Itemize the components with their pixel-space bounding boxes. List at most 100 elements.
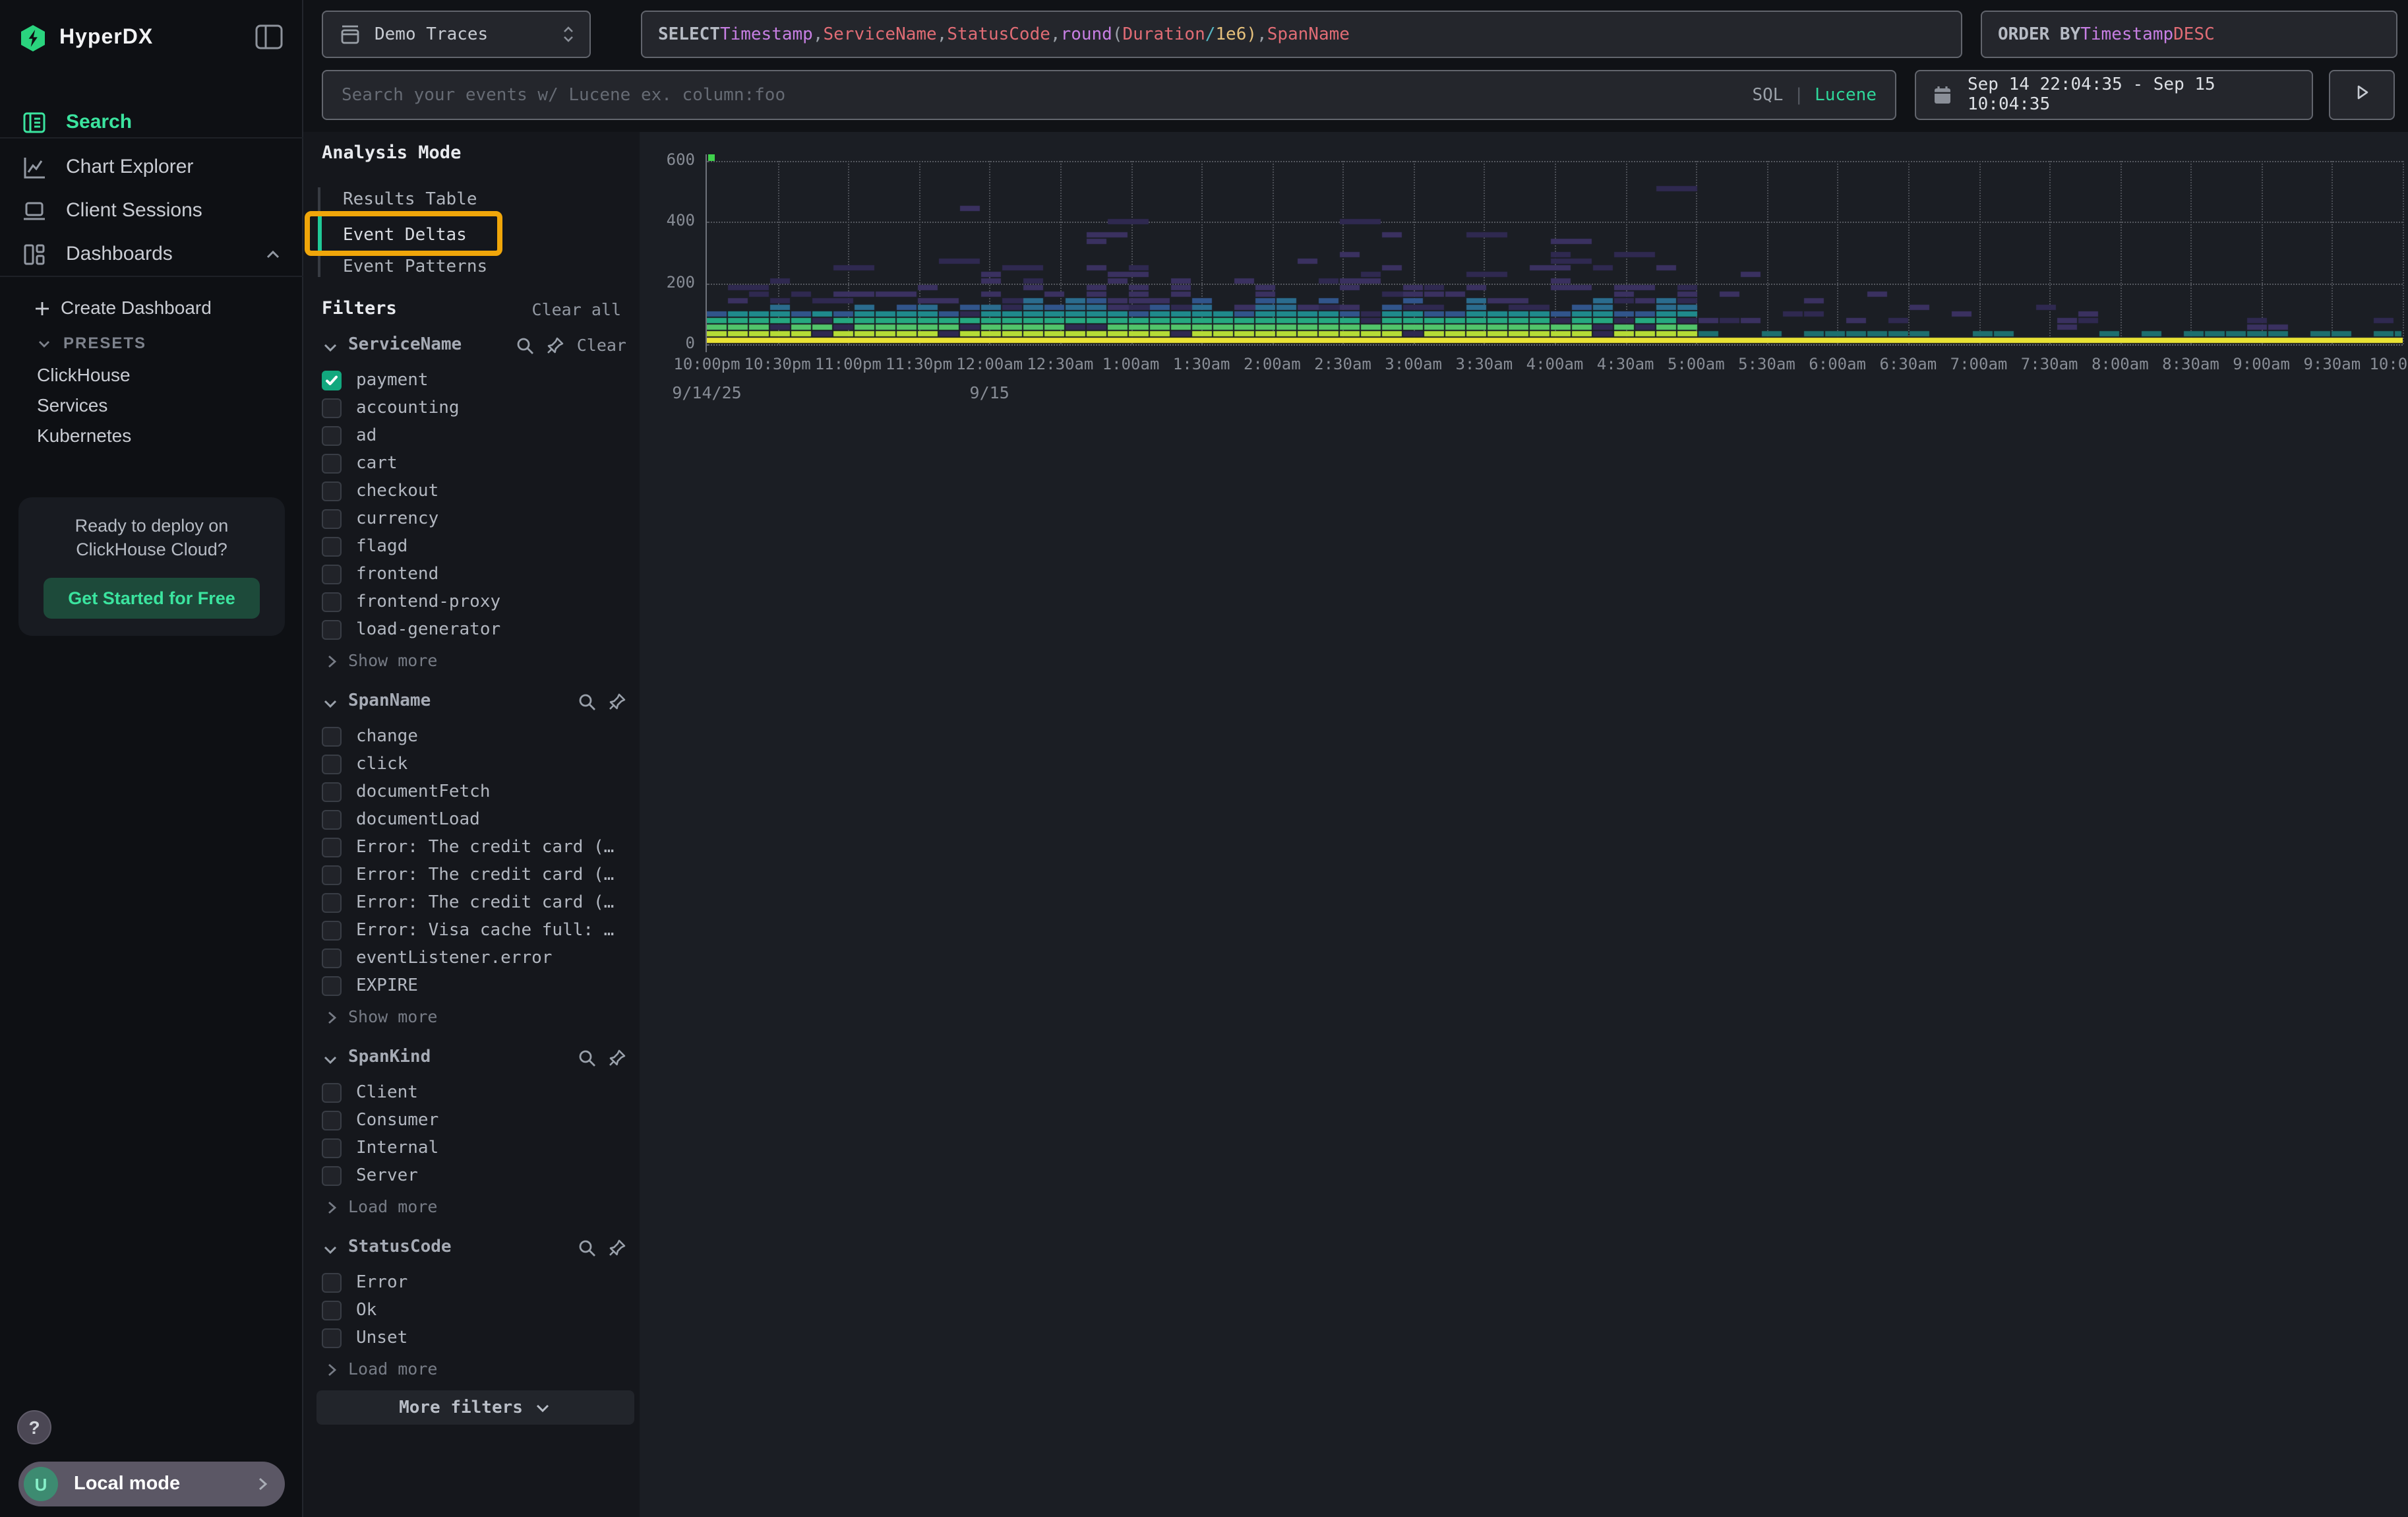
filter-option-error-visa-cache-full-[interactable]: Error: Visa cache full: … [322,917,626,944]
search-icon[interactable] [578,1237,596,1256]
sidebar-item-dashboards[interactable]: Dashboards [0,232,303,276]
checkbox[interactable] [322,921,342,941]
checkbox[interactable] [322,1328,342,1348]
data-source-select[interactable]: Demo Traces [322,11,591,58]
checkbox[interactable] [322,426,342,446]
checkbox[interactable] [322,755,342,774]
run-query-button[interactable] [2329,70,2395,120]
filter-option-change[interactable]: change [322,723,626,751]
filter-option-consumer[interactable]: Consumer [322,1107,626,1134]
filter-option-documentfetch[interactable]: documentFetch [322,778,626,806]
checkbox[interactable] [322,398,342,418]
checkbox[interactable] [322,865,342,885]
divider [0,137,303,139]
analysis-mode-option-event-deltas[interactable]: Event Deltas [343,226,467,245]
checkbox[interactable] [322,620,342,640]
checkbox[interactable] [322,481,342,501]
checkbox[interactable] [322,454,342,474]
filter-option-client[interactable]: Client [322,1079,626,1107]
more-filters-button[interactable]: More filters [316,1390,634,1425]
checkbox[interactable] [322,838,342,857]
chevron-down-icon[interactable] [322,1048,339,1065]
get-started-button[interactable]: Get Started for Free [44,578,260,619]
search-input[interactable] [323,71,1895,119]
checkbox[interactable] [322,1083,342,1103]
filter-option-error[interactable]: Error [322,1269,626,1297]
filter-option-accounting[interactable]: accounting [322,394,626,422]
checkbox[interactable] [322,893,342,913]
pin-icon[interactable] [608,1237,626,1256]
filter-option-flagd[interactable]: flagd [322,533,626,561]
filter-option-eventlistener-error[interactable]: eventListener.error [322,944,626,972]
analysis-mode-option-event-patterns[interactable]: Event Patterns [343,257,487,277]
checkbox[interactable] [322,1111,342,1130]
show-more-button-spanname[interactable]: Show more [322,1003,626,1029]
chevron-down-icon[interactable] [322,336,339,353]
chevron-down-icon[interactable] [322,692,339,709]
chevron-down-icon[interactable] [322,1238,339,1255]
load-more-button-statuscode[interactable]: Load more [322,1355,626,1381]
clear-filter-button[interactable]: Clear [577,334,626,354]
checkbox[interactable] [322,592,342,612]
clear-all-button[interactable]: Clear all [532,299,621,319]
preset-item-kubernetes[interactable]: Kubernetes [0,421,303,449]
filter-option-payment[interactable]: payment [322,367,626,394]
pin-icon[interactable] [608,1047,626,1066]
filter-option-load-generator[interactable]: load-generator [322,616,626,644]
checkbox[interactable] [322,1273,342,1293]
filter-option-server[interactable]: Server [322,1162,626,1190]
filter-option-error-the-credit-card-[interactable]: Error: The credit card (… [322,861,626,889]
load-more-button-spankind[interactable]: Load more [322,1192,626,1219]
checkbox[interactable] [322,1166,342,1186]
checkbox-checked[interactable] [322,371,342,390]
checkbox[interactable] [322,1138,342,1158]
order-by-editor[interactable]: ORDER BY Timestamp DESC [1981,11,2397,58]
filter-option-documentload[interactable]: documentLoad [322,806,626,834]
sql-select-editor[interactable]: SELECT Timestamp, ServiceName, StatusCod… [641,11,1962,58]
filter-option-internal[interactable]: Internal [322,1134,626,1162]
filter-option-label: Error: The credit card (… [356,893,614,913]
checkbox[interactable] [322,565,342,584]
analysis-mode-option-results-table[interactable]: Results Table [343,190,477,210]
presets-toggle[interactable]: PRESETS [0,330,303,356]
checkbox[interactable] [322,810,342,830]
sidebar-item-client-sessions[interactable]: Client Sessions [0,189,303,232]
filter-option-error-the-credit-card-[interactable]: Error: The credit card (… [322,889,626,917]
collapse-sidebar-icon[interactable] [255,24,284,50]
checkbox[interactable] [322,727,342,747]
sql-mode-button[interactable]: SQL [1752,85,1783,105]
filter-option-ok[interactable]: Ok [322,1297,626,1324]
filter-option-currency[interactable]: currency [322,505,626,533]
filter-option-ad[interactable]: ad [322,422,626,450]
search-icon[interactable] [578,691,596,710]
create-dashboard-button[interactable]: Create Dashboard [0,293,303,321]
checkbox[interactable] [322,509,342,529]
date-range-picker[interactable]: Sep 14 22:04:35 - Sep 15 10:04:35 [1915,70,2313,120]
heatmap-canvas[interactable] [707,160,2403,344]
filter-option-error-the-credit-card-[interactable]: Error: The credit card (… [322,834,626,861]
search-icon[interactable] [516,335,535,354]
checkbox[interactable] [322,537,342,557]
checkbox[interactable] [322,1301,342,1320]
filter-option-checkout[interactable]: checkout [322,478,626,505]
checkbox[interactable] [322,948,342,968]
pin-icon[interactable] [608,691,626,710]
query-token: StatusCode [947,24,1050,44]
preset-item-clickhouse[interactable]: ClickHouse [0,360,303,388]
filter-option-unset[interactable]: Unset [322,1324,626,1352]
filter-option-expire[interactable]: EXPIRE [322,972,626,1000]
pin-icon[interactable] [547,335,565,354]
filter-option-frontend-proxy[interactable]: frontend-proxy [322,588,626,616]
help-button[interactable]: ? [17,1410,51,1444]
search-icon[interactable] [578,1047,596,1066]
preset-item-services[interactable]: Services [0,390,303,418]
filter-option-click[interactable]: click [322,751,626,778]
sidebar-item-chart-explorer[interactable]: Chart Explorer [0,145,303,189]
filter-option-cart[interactable]: cart [322,450,626,478]
user-menu[interactable]: U Local mode [18,1462,285,1506]
show-more-button-servicename[interactable]: Show more [322,646,626,673]
checkbox[interactable] [322,782,342,802]
filter-option-frontend[interactable]: frontend [322,561,626,588]
lucene-mode-button[interactable]: Lucene [1815,85,1877,105]
checkbox[interactable] [322,976,342,996]
